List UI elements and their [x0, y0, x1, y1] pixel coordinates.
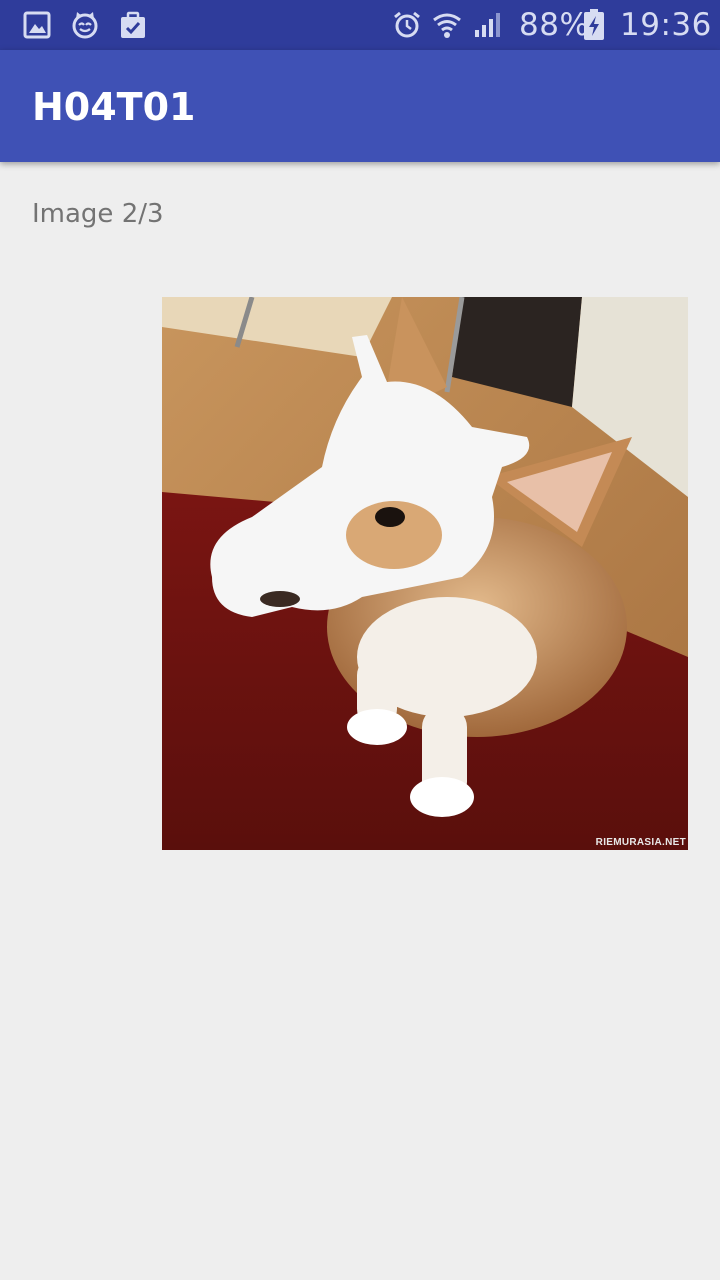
status-bar: 88% 19:36	[0, 0, 720, 50]
alarm-icon	[394, 11, 420, 38]
wifi-icon	[433, 13, 461, 38]
gallery-icon	[23, 11, 51, 39]
pet-photo: RIEMURASIA.NET	[162, 297, 688, 850]
image-counter: Image 2/3	[32, 199, 164, 229]
corgi-mask-image	[162, 297, 688, 850]
cell-signal-icon	[475, 13, 500, 37]
app-bar: H04T01	[0, 50, 720, 162]
clipboard-check-icon	[121, 11, 145, 38]
app-title: H04T01	[32, 85, 196, 129]
battery-charging-icon	[584, 9, 604, 40]
clock-time: 19:36	[620, 7, 712, 43]
cat-face-icon	[72, 12, 98, 39]
image-watermark: RIEMURASIA.NET	[595, 837, 686, 848]
battery-percent: 88%	[519, 7, 590, 43]
